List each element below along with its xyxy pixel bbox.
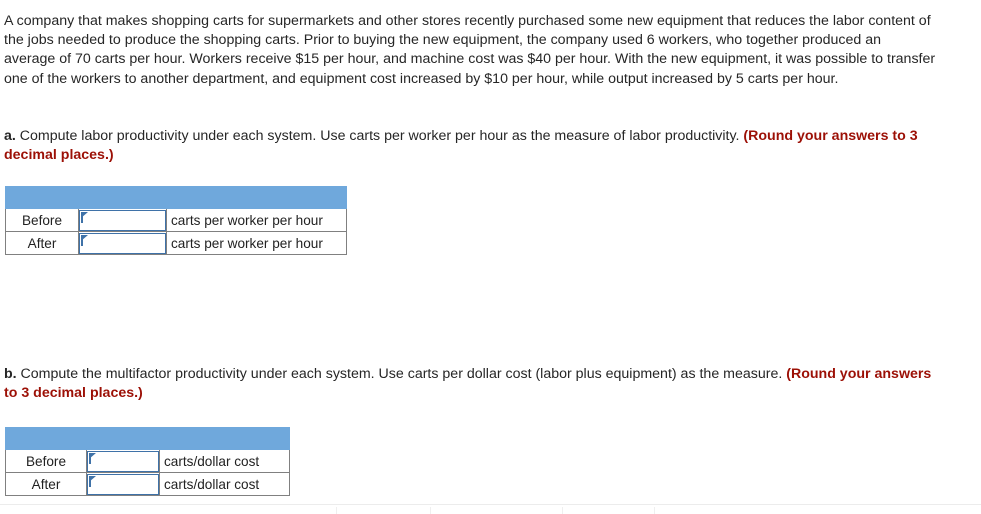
table-b-row-0-unit: carts/dollar cost	[158, 449, 291, 473]
table-a-header-cell	[4, 186, 348, 209]
table-b-row-1-unit: carts/dollar cost	[158, 472, 291, 496]
table-row: After carts per worker per hour	[5, 231, 348, 255]
field-wrap	[79, 232, 166, 254]
footer-tick-row	[0, 505, 981, 514]
problem-statement: A company that makes shopping carts for …	[4, 13, 936, 87]
worksheet-page: A company that makes shopping carts for …	[0, 0, 981, 514]
table-row: Before carts per worker per hour	[5, 208, 348, 232]
question-b-text: Compute the multifactor productivity und…	[16, 366, 787, 382]
table-a-row-1-label: After	[5, 231, 79, 255]
table-b-row-1-label: After	[5, 472, 87, 496]
field-wrap	[87, 473, 159, 495]
table-a-row-0-answer-input[interactable]	[79, 209, 166, 231]
table-b-header-cell	[4, 427, 291, 450]
table-b-row-1-answer-input[interactable]	[87, 473, 159, 495]
table-row: Before carts/dollar cost	[5, 449, 291, 473]
question-a-text: Compute labor productivity under each sy…	[15, 128, 744, 144]
field-wrap	[87, 450, 159, 472]
question-a: a. Compute labor productivity under each…	[4, 127, 934, 166]
table-a-row-1-input-cell	[78, 231, 167, 255]
table-a-row-1-unit: carts per worker per hour	[165, 231, 348, 255]
table-b-row-0-answer-input[interactable]	[87, 450, 159, 472]
question-b-letter: b.	[4, 366, 17, 382]
table-b-row-1-input-cell	[86, 472, 160, 496]
table-a-row-0-label: Before	[5, 208, 79, 232]
table-b-row-0-label: Before	[5, 449, 87, 473]
table-a-row-0-unit: carts per worker per hour	[165, 208, 348, 232]
table-a-header-row	[4, 186, 348, 209]
answer-table-a: Before carts per worker per hour After c…	[4, 186, 348, 255]
answer-table-b: Before carts/dollar cost After carts/dol…	[4, 427, 291, 496]
table-a-row-0-input-cell	[78, 208, 167, 232]
table-a-row-1-answer-input[interactable]	[79, 232, 166, 254]
table-row: After carts/dollar cost	[5, 472, 291, 496]
question-b: b. Compute the multifactor productivity …	[4, 365, 934, 404]
field-wrap	[79, 209, 166, 231]
table-b-row-0-input-cell	[86, 449, 160, 473]
table-b-header-row	[4, 427, 291, 450]
question-a-letter: a.	[4, 128, 16, 144]
